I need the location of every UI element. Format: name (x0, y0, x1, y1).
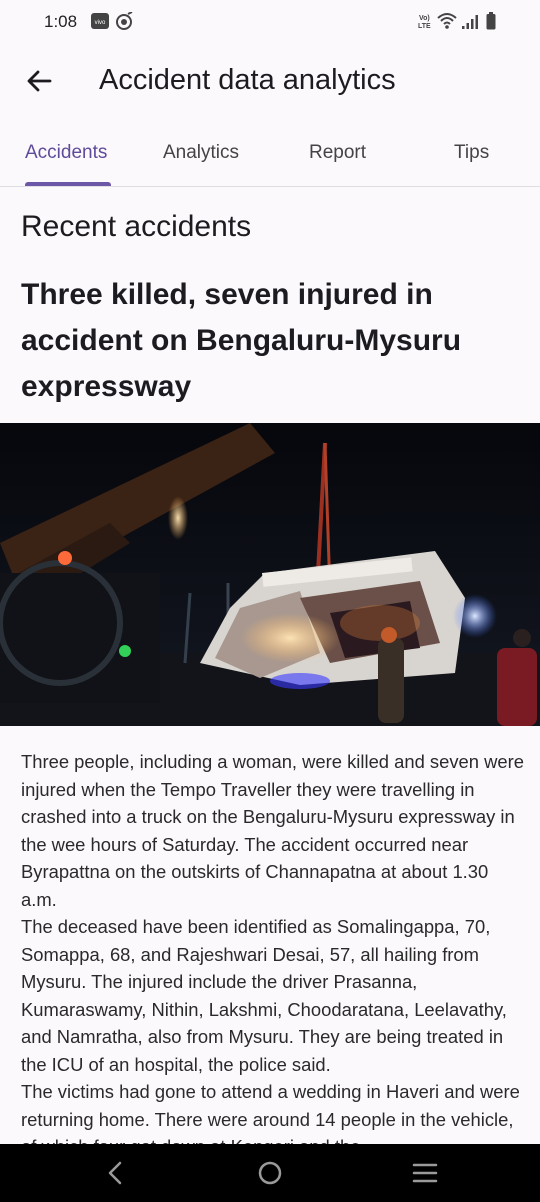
arrow-back-icon[interactable] (24, 66, 54, 96)
tab-report-label: Report (309, 142, 367, 163)
status-bar: 1:08 vivo Vo) LTE (0, 0, 540, 44)
tab-tips[interactable]: Tips (405, 128, 540, 186)
app-bar: Accident data analytics (0, 44, 540, 120)
svg-text:vivo: vivo (95, 20, 106, 26)
system-nav-bar (0, 1144, 540, 1202)
home-nav-icon[interactable] (255, 1158, 285, 1188)
tab-analytics-label: Analytics (163, 142, 240, 163)
battery-icon (486, 12, 496, 30)
tab-analytics[interactable]: Analytics (135, 128, 270, 186)
tab-accidents-label: Accidents (25, 142, 108, 163)
page-title: Accident data analytics (99, 64, 396, 96)
tab-accidents[interactable]: Accidents (0, 128, 135, 186)
tab-report[interactable]: Report (270, 128, 405, 186)
article-body: Three people, including a woman, were ki… (21, 751, 524, 1157)
signal-icon (462, 15, 478, 29)
vivo-app-icon: vivo (91, 13, 109, 29)
svg-text:LTE: LTE (418, 23, 431, 30)
back-nav-icon[interactable] (100, 1158, 130, 1188)
tab-bar: Accidents Analytics Report Tips (0, 128, 540, 187)
tab-tips-label: Tips (454, 142, 490, 163)
section-title: Recent accidents (21, 210, 252, 243)
wifi-icon (437, 13, 457, 29)
menu-nav-icon[interactable] (410, 1158, 440, 1188)
accident-photo-illustration (0, 423, 540, 726)
status-time: 1:08 (44, 12, 78, 31)
svg-text:Vo): Vo) (419, 15, 430, 22)
accident-photo (0, 423, 540, 726)
tab-indicator (25, 182, 111, 186)
volte-lte-icon: Vo) LTE (418, 15, 431, 30)
news-headline: Three killed, seven injured in accident … (21, 278, 462, 403)
music-icon (116, 12, 133, 30)
